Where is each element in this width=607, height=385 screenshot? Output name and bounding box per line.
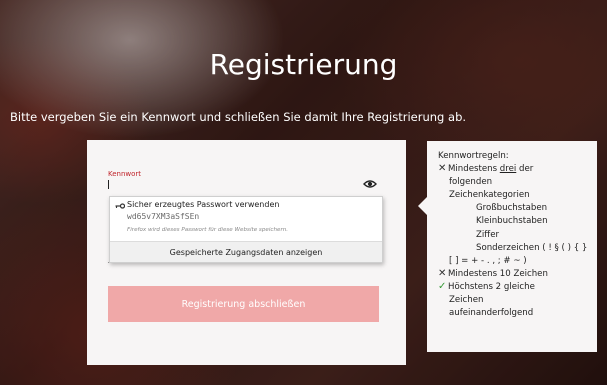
eye-icon[interactable] — [363, 179, 377, 189]
autofill-popup: Sicher erzeugtes Passwort verwenden wd65… — [109, 196, 383, 263]
failed-icon: ✕ — [438, 163, 447, 175]
submit-button[interactable]: Registrierung abschließen — [108, 286, 379, 322]
category-item: Sonderzeichen ( ! § ( ) { } — [476, 242, 588, 253]
use-generated-password-option[interactable]: Sicher erzeugtes Passwort verwenden wd65… — [110, 197, 382, 241]
rules-heading: Kennwortregeln: — [438, 151, 509, 161]
password-rules-tooltip: Kennwortregeln: ✕ Mindestens drei der fol… — [418, 141, 597, 352]
password-input[interactable] — [108, 180, 109, 189]
autofill-note: Firefox wird dieses Passwort für diese W… — [127, 227, 289, 233]
check-icon: ✓ — [438, 280, 447, 292]
category-item: Kleinbuchstaben — [476, 216, 548, 227]
rule-max-repeat: ✓ Höchstens 2 gleiche — [438, 280, 535, 292]
category-item: Ziffer — [476, 229, 500, 240]
show-saved-logins-button[interactable]: Gespeicherte Zugangsdaten anzeigen — [110, 242, 382, 262]
page-title: Registrierung — [209, 48, 398, 81]
autofill-option-title: Sicher erzeugtes Passwort verwenden — [127, 200, 280, 209]
generated-password: wd65v7XM3aSfSEn — [127, 212, 200, 221]
page-subtitle: Bitte vergeben Sie ein Kennwort und schl… — [10, 110, 467, 124]
key-icon — [115, 203, 125, 209]
password-label: Kennwort — [108, 170, 142, 178]
rule-min-length: ✕ Mindestens 10 Zeichen — [438, 267, 548, 279]
category-item: Großbuchstaben — [476, 203, 548, 214]
rule-min-categories: ✕ Mindestens drei der — [438, 163, 534, 175]
failed-icon: ✕ — [438, 267, 447, 279]
